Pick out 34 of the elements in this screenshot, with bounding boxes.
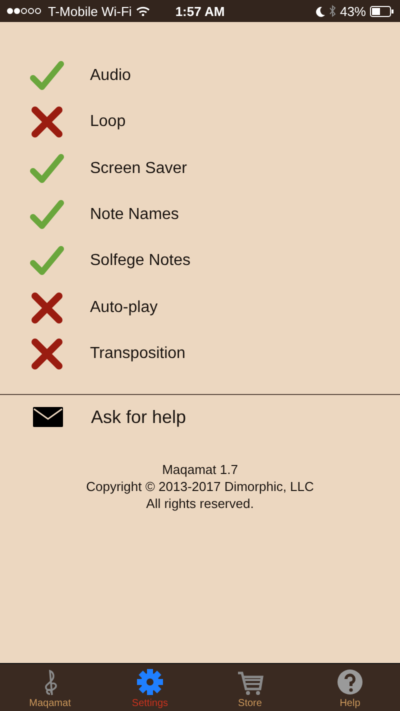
battery-level: 43% xyxy=(340,4,366,18)
bluetooth-icon xyxy=(328,5,336,17)
moon-icon xyxy=(314,6,325,16)
tab[interactable]: Help xyxy=(300,664,400,711)
cross-icon[interactable] xyxy=(30,338,64,370)
about-text: Copyright © 2013-2017 Dimorphic, LLC xyxy=(86,478,314,496)
checkmark-icon[interactable] xyxy=(30,245,64,278)
battery-icon xyxy=(370,6,394,16)
setting-label: Auto-play xyxy=(90,298,158,317)
help-icon xyxy=(336,669,364,696)
checkmark-icon[interactable] xyxy=(30,199,64,232)
cart-icon xyxy=(236,669,264,696)
setting-label: Screen Saver xyxy=(90,160,187,178)
about-text: All rights reserved. xyxy=(146,495,254,512)
cross-icon[interactable] xyxy=(30,106,64,138)
about-text: Maqamat 1.7 xyxy=(162,461,238,478)
setting-label: Audio xyxy=(90,67,131,86)
tab[interactable]: Maqamat xyxy=(0,664,100,711)
envelope-icon[interactable] xyxy=(33,407,63,428)
checkmark-icon[interactable] xyxy=(30,60,64,92)
setting-label: Transposition xyxy=(90,344,186,363)
cross-icon[interactable] xyxy=(30,292,64,324)
tab[interactable]: Store xyxy=(200,664,300,711)
settings-icon xyxy=(136,669,164,696)
treble-clef-icon xyxy=(44,669,56,696)
clock: 1:57 AM xyxy=(175,4,225,18)
signal-icon xyxy=(6,7,44,15)
carrier: T-Mobile Wi-Fi xyxy=(48,4,132,18)
checkmark-icon[interactable] xyxy=(30,152,64,185)
help-link[interactable]: Ask for help xyxy=(91,406,186,428)
setting-label: Note Names xyxy=(90,206,179,224)
setting-label: Solfege Notes xyxy=(90,252,191,270)
setting-label: Loop xyxy=(90,113,126,132)
wifi-icon xyxy=(136,6,150,16)
